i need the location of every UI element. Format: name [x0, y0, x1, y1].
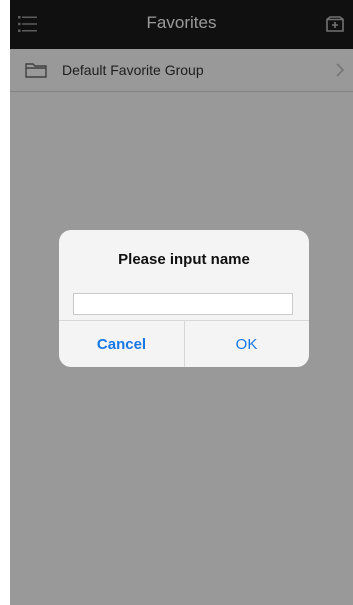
name-input-dialog: Please input name Cancel OK: [59, 230, 309, 367]
ok-button[interactable]: OK: [184, 321, 309, 367]
cancel-button[interactable]: Cancel: [59, 321, 184, 367]
app-screen: Favorites Default Favorite Group Please …: [0, 0, 353, 605]
dialog-footer: Cancel OK: [59, 320, 309, 367]
left-edge-strip: [0, 0, 10, 605]
name-input[interactable]: [73, 293, 293, 315]
dialog-title: Please input name: [118, 251, 250, 268]
